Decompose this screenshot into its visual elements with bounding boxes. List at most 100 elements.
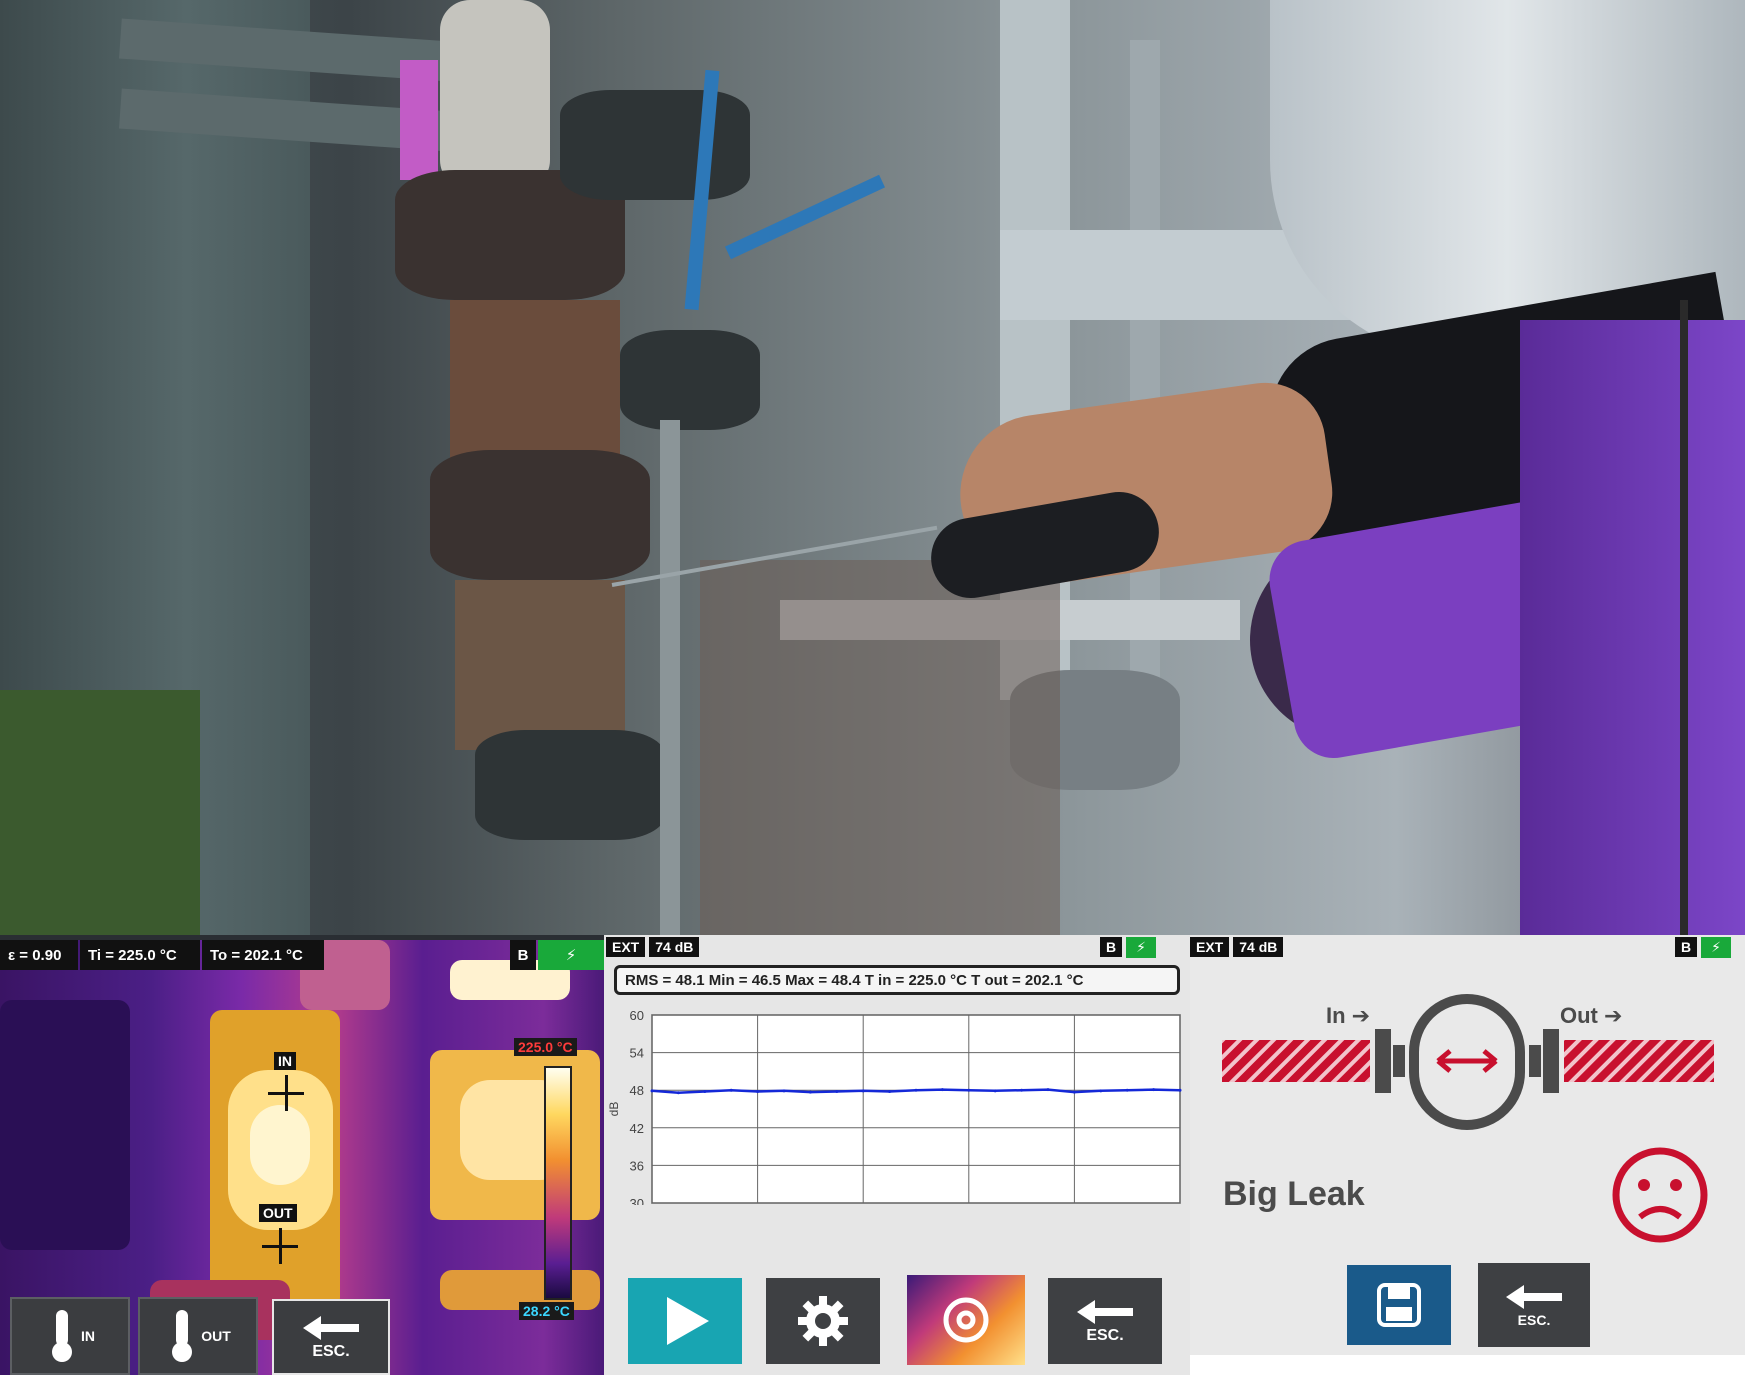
- y-tick-label: 30: [630, 1196, 644, 1205]
- y-tick-label: 36: [630, 1158, 644, 1173]
- magenta-clamp: [400, 60, 438, 180]
- inlet-pipe: [1222, 1040, 1370, 1082]
- in-crosshair[interactable]: [268, 1075, 304, 1111]
- graph-status-right: B ⚡: [1100, 935, 1156, 959]
- data-point: [940, 1088, 944, 1092]
- data-point: [861, 1089, 865, 1093]
- stats-bar: RMS = 48.1 Min = 46.5 Max = 48.4 T in = …: [614, 965, 1180, 995]
- out-marker-label: OUT: [259, 1204, 297, 1222]
- thermometer-icon: [172, 1310, 193, 1362]
- emissivity-readout: ε = 0.90: [0, 940, 78, 970]
- flow-arrow-icon: [1436, 1049, 1498, 1073]
- save-button[interactable]: [1347, 1265, 1451, 1345]
- data-point: [835, 1089, 839, 1093]
- level-indicator: 74 dB: [1233, 937, 1284, 957]
- data-point: [729, 1088, 733, 1092]
- y-tick-label: 42: [630, 1121, 644, 1136]
- set-in-button[interactable]: IN: [10, 1297, 130, 1375]
- floppy-disk-icon: [1377, 1283, 1421, 1327]
- blue-lever: [725, 174, 885, 260]
- thermal-esc-label: ESC.: [312, 1343, 350, 1360]
- cable: [1680, 300, 1688, 935]
- power-indicator: ⚡: [538, 940, 604, 970]
- flange: [560, 90, 750, 200]
- insulation: [440, 0, 550, 190]
- data-point: [967, 1088, 971, 1092]
- leak-esc-button[interactable]: ESC.: [1478, 1263, 1590, 1347]
- y-tick-label: 54: [630, 1046, 644, 1061]
- thermal-view-button[interactable]: [907, 1275, 1025, 1365]
- grass: [0, 690, 200, 935]
- ti-readout: Ti = 225.0 °C: [80, 940, 200, 970]
- max-temp-label: 225.0 °C: [514, 1038, 577, 1056]
- flange: [430, 450, 650, 580]
- background-pipe: [1130, 40, 1160, 680]
- source-indicator: EXT: [1190, 937, 1230, 957]
- graph-esc-button[interactable]: ESC.: [1048, 1278, 1162, 1364]
- gear-icon: [798, 1296, 848, 1346]
- panel-footer: [1190, 1355, 1745, 1375]
- data-point: [650, 1089, 654, 1093]
- battery-indicator: B: [1100, 937, 1123, 957]
- y-tick-label: 60: [630, 1008, 644, 1023]
- purple-device-body: [1520, 320, 1745, 935]
- leak-status-right: B ⚡: [1675, 935, 1731, 959]
- set-in-label: IN: [81, 1328, 95, 1344]
- outlet-pipe: [1564, 1040, 1714, 1082]
- valve-body: [450, 300, 620, 460]
- back-arrow-icon: [1077, 1300, 1133, 1324]
- in-marker-label: IN: [274, 1052, 296, 1070]
- data-point: [1072, 1090, 1076, 1094]
- level-indicator: 74 dB: [649, 937, 700, 957]
- plot-area: [651, 1014, 1181, 1204]
- source-indicator: EXT: [606, 937, 646, 957]
- thermometer-icon: [52, 1310, 72, 1362]
- valve-diagram: [1222, 994, 1714, 1130]
- play-button[interactable]: [628, 1278, 742, 1364]
- thermal-esc-button[interactable]: ESC.: [272, 1299, 390, 1375]
- power-indicator: ⚡: [1126, 936, 1156, 958]
- data-point: [993, 1089, 997, 1093]
- data-point: [888, 1089, 892, 1093]
- back-arrow-icon: [1506, 1285, 1562, 1309]
- data-point: [914, 1088, 918, 1092]
- play-icon: [667, 1297, 709, 1345]
- leak-status-panel: EXT 74 dB B ⚡ In ➔ Out ➔ Big Leak ESC.: [1190, 935, 1745, 1375]
- graph-status-left: EXT 74 dB: [606, 935, 700, 959]
- sad-face-icon: [1612, 1147, 1708, 1243]
- leak-status-left: EXT 74 dB: [1190, 935, 1284, 959]
- target-icon: [943, 1297, 989, 1343]
- data-point: [703, 1089, 707, 1093]
- ground: [700, 560, 1060, 935]
- vertical-pipe: [660, 420, 680, 935]
- data-point: [808, 1090, 812, 1094]
- flange: [475, 730, 665, 840]
- temperature-scale-bar: [544, 1066, 572, 1300]
- settings-button[interactable]: [766, 1278, 880, 1364]
- data-point: [676, 1091, 680, 1095]
- out-crosshair[interactable]: [262, 1228, 298, 1264]
- to-readout: To = 202.1 °C: [202, 940, 324, 970]
- scene-photo: [0, 0, 1745, 935]
- y-axis-label: dB: [607, 1102, 621, 1117]
- battery-indicator: B: [1675, 937, 1698, 957]
- data-point: [1046, 1088, 1050, 1092]
- thermal-camera-panel: ε = 0.90 Ti = 225.0 °C To = 202.1 °C B ⚡…: [0, 940, 604, 1375]
- data-point: [756, 1089, 760, 1093]
- acoustic-graph-panel: EXT 74 dB B ⚡ RMS = 48.1 Min = 46.5 Max …: [604, 935, 1190, 1375]
- data-point: [1020, 1088, 1024, 1092]
- leak-status-text: Big Leak: [1223, 1175, 1365, 1213]
- min-temp-label: 28.2 °C: [519, 1302, 574, 1320]
- battery-indicator: B: [510, 940, 536, 970]
- signal-chart: 01224364860303642485460Time (s)dB: [607, 1008, 1182, 1205]
- graph-esc-label: ESC.: [1086, 1327, 1124, 1344]
- power-indicator: ⚡: [1701, 936, 1731, 958]
- y-tick-label: 48: [630, 1083, 644, 1098]
- pipe-section: [455, 580, 625, 750]
- data-point: [782, 1089, 786, 1093]
- data-point: [1152, 1088, 1156, 1092]
- flange: [620, 330, 760, 430]
- set-out-button[interactable]: OUT: [138, 1297, 258, 1375]
- leak-esc-label: ESC.: [1517, 1312, 1551, 1328]
- data-point: [1125, 1088, 1129, 1092]
